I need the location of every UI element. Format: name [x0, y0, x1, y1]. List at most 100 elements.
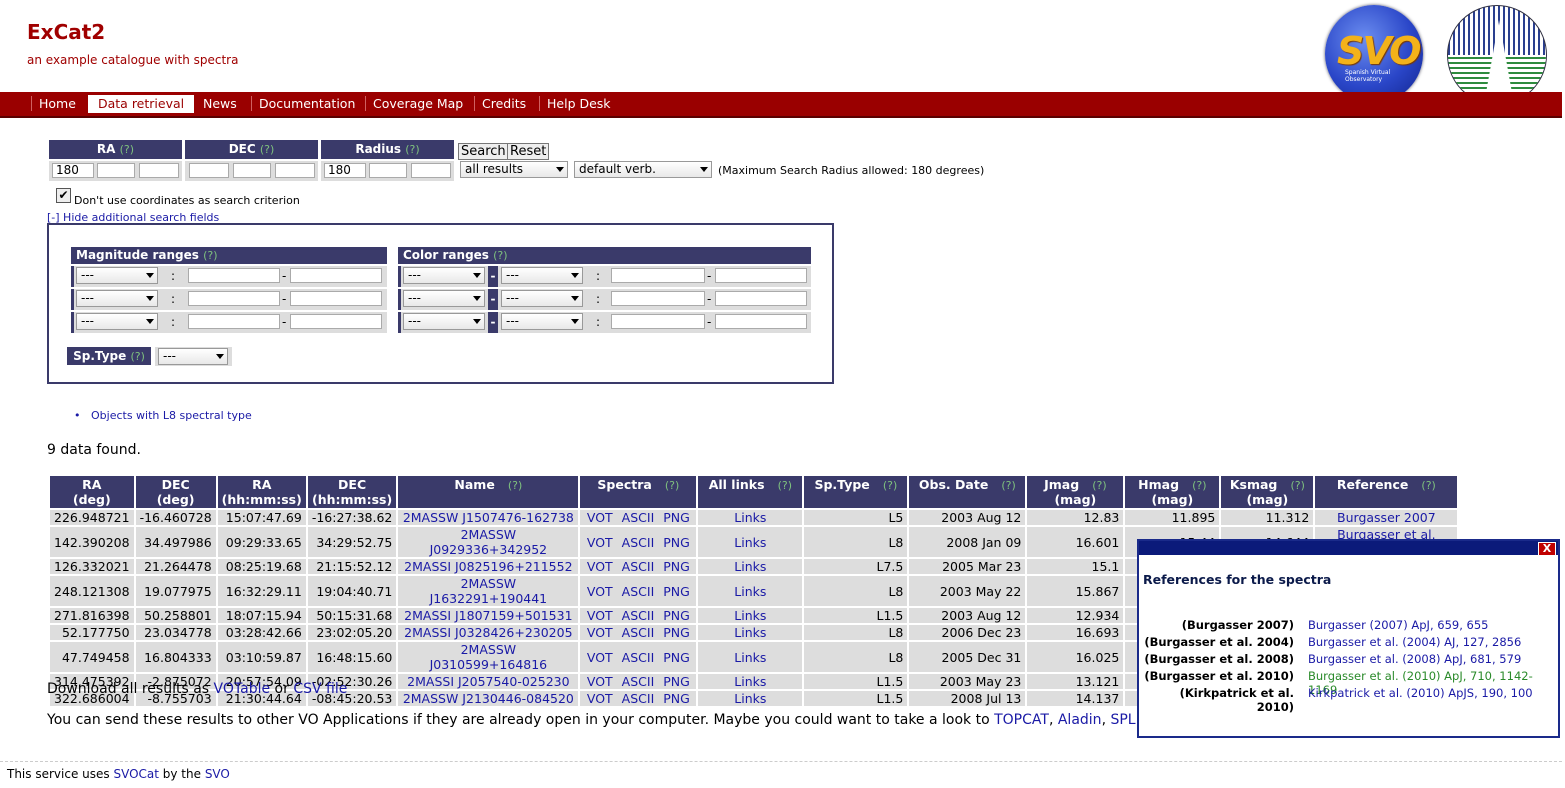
radius-help[interactable]: (?): [405, 143, 419, 156]
verbosity-select[interactable]: default verb.: [574, 161, 712, 178]
all-links-link[interactable]: Links: [734, 584, 766, 599]
color-band1-select[interactable]: ---: [403, 290, 485, 307]
spectra-link[interactable]: VOT: [587, 584, 613, 599]
no-coords-checkbox[interactable]: ✔: [56, 188, 71, 203]
column-header[interactable]: Name (?): [398, 476, 579, 508]
spectra-link[interactable]: VOT: [587, 650, 613, 665]
radius-minutes-input[interactable]: [369, 163, 407, 178]
topcat-link[interactable]: TOPCAT: [994, 712, 1049, 728]
column-help[interactable]: (?): [1421, 479, 1435, 492]
ra-minutes-input[interactable]: [97, 163, 135, 178]
spectra-link[interactable]: PNG: [663, 625, 690, 640]
column-header[interactable]: All links (?): [698, 476, 803, 508]
column-header[interactable]: Sp.Type (?): [804, 476, 908, 508]
spectra-link[interactable]: ASCII: [622, 535, 655, 550]
spectra-link[interactable]: PNG: [663, 674, 690, 689]
spectra-link[interactable]: VOT: [587, 674, 613, 689]
column-header[interactable]: Obs. Date (?): [909, 476, 1026, 508]
spectra-link[interactable]: ASCII: [622, 625, 655, 640]
mag-max-input[interactable]: [290, 291, 382, 306]
color-band2-select[interactable]: ---: [501, 313, 583, 330]
aladin-link[interactable]: Aladin: [1058, 712, 1102, 728]
spectra-link[interactable]: VOT: [587, 691, 613, 706]
spectra-link[interactable]: PNG: [663, 559, 690, 574]
all-links-link[interactable]: Links: [734, 691, 766, 706]
color-min-input[interactable]: [611, 268, 705, 283]
column-help[interactable]: (?): [1001, 479, 1015, 492]
spectra-link[interactable]: ASCII: [622, 510, 655, 525]
column-header[interactable]: Jmag (?) (mag): [1027, 476, 1124, 508]
dec-minutes-input[interactable]: [233, 163, 271, 178]
spl-link[interactable]: SPL: [1110, 712, 1135, 728]
radius-seconds-input[interactable]: [411, 163, 451, 178]
color-band1-select[interactable]: ---: [403, 267, 485, 284]
color-band2-select[interactable]: ---: [501, 290, 583, 307]
nav-credits[interactable]: Credits: [474, 96, 533, 111]
cell-ref[interactable]: Burgasser 2007: [1337, 510, 1436, 525]
reference-link[interactable]: Burgasser (2007) ApJ, 659, 655: [1308, 618, 1488, 632]
search-button[interactable]: Search: [458, 143, 509, 160]
column-help[interactable]: (?): [1192, 479, 1206, 492]
mag-max-input[interactable]: [290, 314, 382, 329]
dec-seconds-input[interactable]: [275, 163, 315, 178]
column-header[interactable]: Reference (?): [1315, 476, 1458, 508]
mag-max-input[interactable]: [290, 268, 382, 283]
spectra-link[interactable]: PNG: [663, 510, 690, 525]
column-help[interactable]: (?): [883, 479, 897, 492]
column-help[interactable]: (?): [508, 479, 522, 492]
spectra-link[interactable]: VOT: [587, 625, 613, 640]
all-links-link[interactable]: Links: [734, 535, 766, 550]
close-icon[interactable]: X: [1538, 542, 1556, 556]
all-links-link[interactable]: Links: [734, 625, 766, 640]
nav-help-desk[interactable]: Help Desk: [539, 96, 618, 111]
color-max-input[interactable]: [715, 291, 807, 306]
column-header[interactable]: RA (hh:mm:ss): [217, 476, 306, 508]
reset-button[interactable]: Reset: [507, 143, 550, 160]
download-csv-link[interactable]: CSV file: [293, 681, 347, 697]
spectra-link[interactable]: ASCII: [622, 691, 655, 706]
spectra-link[interactable]: ASCII: [622, 584, 655, 599]
dec-degrees-input[interactable]: [189, 163, 229, 178]
cell-name[interactable]: 2MASSI J1807159+501531: [404, 608, 572, 623]
nav-coverage-map[interactable]: Coverage Map: [365, 96, 470, 111]
footer-svo-link[interactable]: SVO: [205, 767, 230, 781]
column-header[interactable]: DEC (deg): [135, 476, 216, 508]
cell-name[interactable]: 2MASSI J0328426+230205: [404, 625, 572, 640]
spectra-link[interactable]: ASCII: [622, 674, 655, 689]
spectra-link[interactable]: ASCII: [622, 650, 655, 665]
cell-name[interactable]: 2MASSW J0310599+164816: [430, 642, 548, 672]
nav-documentation[interactable]: Documentation: [251, 96, 362, 111]
footer-svocat-link[interactable]: SVOCat: [113, 767, 159, 781]
column-header[interactable]: RA (deg): [50, 476, 134, 508]
observatory-logo[interactable]: [1447, 5, 1547, 105]
all-links-link[interactable]: Links: [734, 674, 766, 689]
nav-news[interactable]: News: [196, 96, 244, 111]
dec-help[interactable]: (?): [260, 143, 274, 156]
spectra-link[interactable]: PNG: [663, 691, 690, 706]
download-votable-link[interactable]: VOTable: [214, 681, 271, 697]
radius-degrees-input[interactable]: 180: [324, 163, 366, 178]
mag-min-input[interactable]: [188, 268, 280, 283]
spectra-link[interactable]: VOT: [587, 608, 613, 623]
cell-name[interactable]: 2MASSW J1507476-162738: [403, 510, 574, 525]
color-band1-select[interactable]: ---: [403, 313, 485, 330]
column-help[interactable]: (?): [1290, 479, 1304, 492]
svo-logo[interactable]: SVO Spanish Virtual Observatory: [1325, 5, 1423, 103]
results-select[interactable]: all results: [460, 161, 568, 178]
sptype-help[interactable]: (?): [130, 350, 144, 363]
spectra-link[interactable]: PNG: [663, 650, 690, 665]
reference-link[interactable]: Kirkpatrick et al. (2010) ApJS, 190, 100: [1308, 686, 1533, 700]
color-ranges-help[interactable]: (?): [493, 249, 507, 262]
cell-name[interactable]: 2MASSW J2130446-084520: [403, 691, 574, 706]
ra-seconds-input[interactable]: [139, 163, 179, 178]
all-links-link[interactable]: Links: [734, 650, 766, 665]
column-header[interactable]: Hmag (?) (mag): [1125, 476, 1220, 508]
color-band2-select[interactable]: ---: [501, 267, 583, 284]
column-help[interactable]: (?): [778, 479, 792, 492]
all-links-link[interactable]: Links: [734, 559, 766, 574]
spectra-link[interactable]: ASCII: [622, 559, 655, 574]
spectra-link[interactable]: VOT: [587, 510, 613, 525]
all-links-link[interactable]: Links: [734, 608, 766, 623]
mag-min-input[interactable]: [188, 314, 280, 329]
all-links-link[interactable]: Links: [734, 510, 766, 525]
